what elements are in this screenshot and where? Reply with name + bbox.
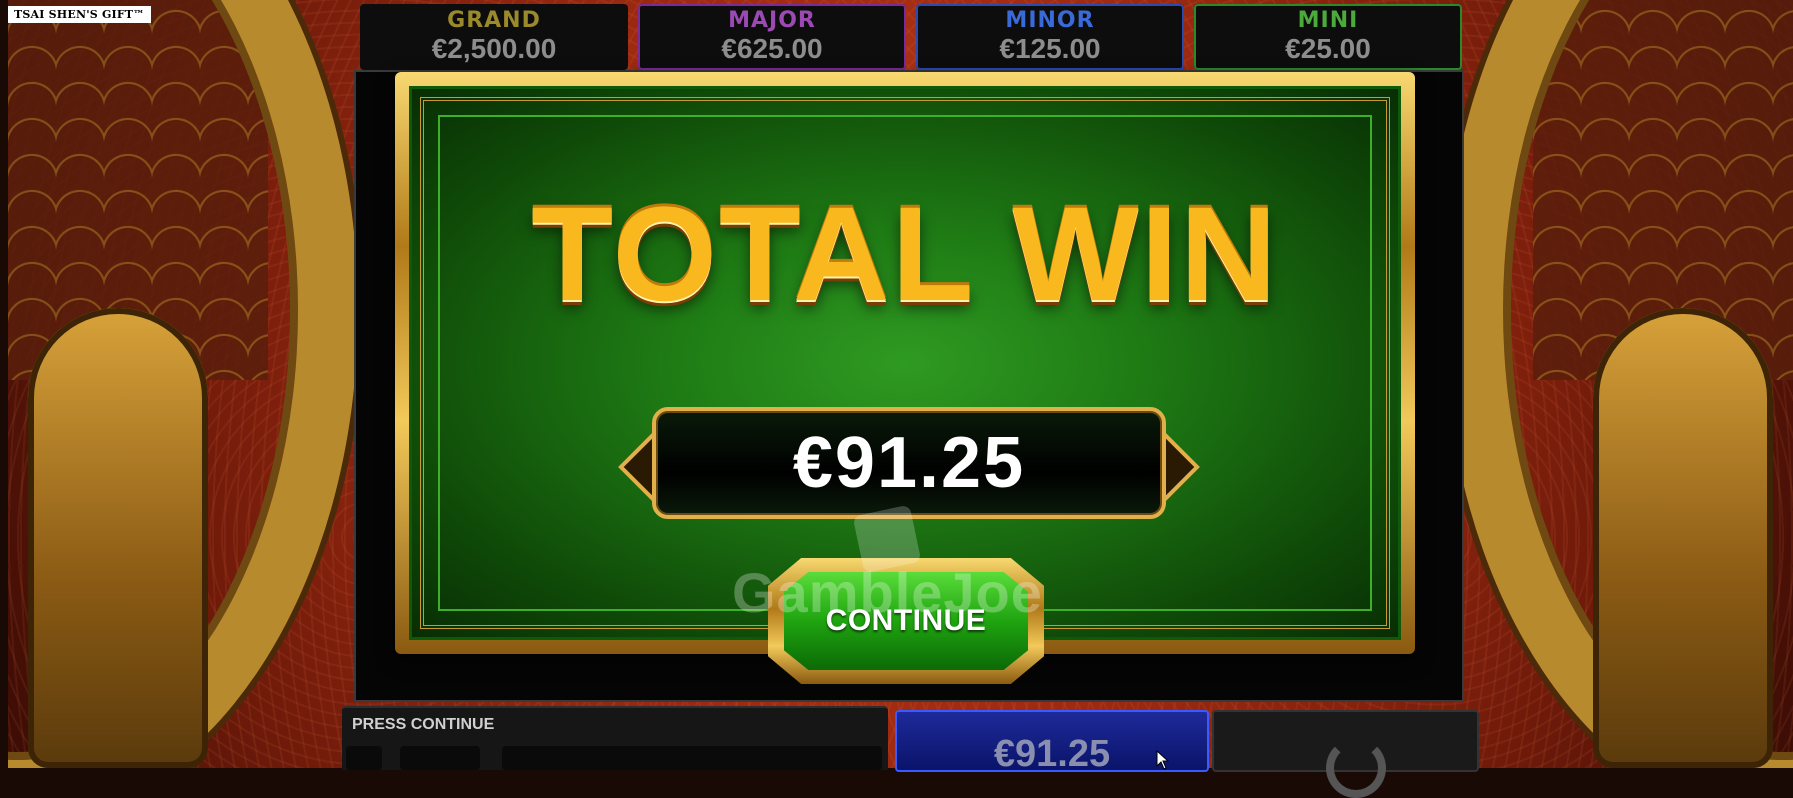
jackpot-major: MAJOR €625.00 [638, 4, 906, 70]
game-title: TSAI SHEN'S GIFT™ [8, 6, 151, 23]
continue-button[interactable]: CONTINUE [768, 558, 1044, 684]
jackpot-grand: GRAND €2,500.00 [360, 4, 628, 70]
jackpot-label: MINI [1297, 8, 1359, 33]
win-amount-box: €91.25 [652, 407, 1166, 519]
jackpot-minor: MINOR €125.00 [916, 4, 1184, 70]
bottom-control-bar: PRESS CONTINUE €91.25 [340, 706, 1479, 798]
continue-label[interactable]: CONTINUE [826, 604, 987, 638]
dragon-right [1593, 308, 1773, 768]
dice-logo-icon [852, 504, 922, 574]
spin-refresh-icon [1326, 738, 1386, 798]
jackpot-label: GRAND [447, 8, 541, 33]
jackpot-value: €25.00 [1285, 33, 1371, 64]
jackpot-label: MAJOR [728, 8, 816, 33]
settings-control[interactable] [346, 746, 382, 770]
win-meter-value: €91.25 [993, 733, 1111, 775]
jackpot-value: €125.00 [999, 33, 1101, 64]
jackpot-bar: GRAND €2,500.00 MAJOR €625.00 MINOR €125… [360, 4, 1462, 70]
status-panel: PRESS CONTINUE [342, 706, 888, 770]
lines-control[interactable] [502, 746, 882, 770]
win-amount: €91.25 [792, 423, 1026, 503]
status-message: PRESS CONTINUE [352, 716, 495, 733]
jackpot-value: €625.00 [721, 33, 823, 64]
jackpot-label: MINOR [1005, 8, 1095, 33]
bet-control[interactable] [400, 746, 480, 770]
jackpot-mini: MINI €25.00 [1194, 4, 1462, 70]
dragon-left [28, 308, 208, 768]
win-amount-frame: €91.25 [618, 407, 1200, 519]
spin-button[interactable] [1212, 710, 1479, 798]
jackpot-value: €2,500.00 [431, 33, 557, 64]
total-win-title: TOTAL WIN [531, 180, 1279, 329]
